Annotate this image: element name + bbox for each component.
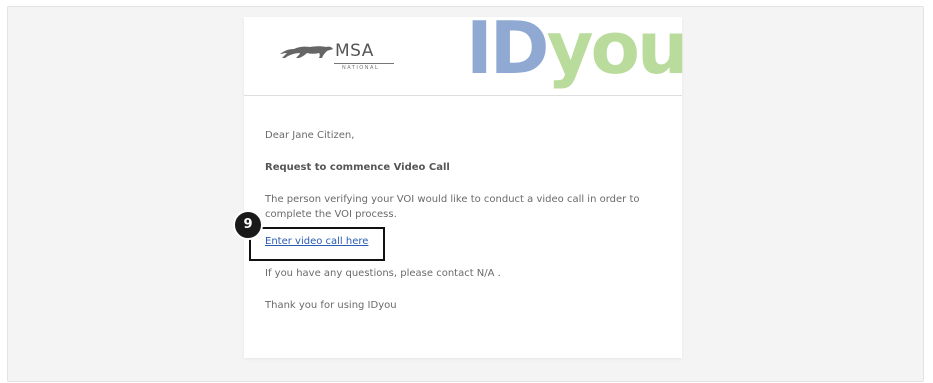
msa-logo: MSA NATIONAL (278, 39, 394, 79)
msa-subtitle: NATIONAL (342, 65, 380, 71)
idyou-logo-you: you (546, 6, 689, 90)
email-paragraph: The person verifying your VOI would like… (265, 194, 640, 220)
msa-wordmark: MSA (335, 41, 374, 61)
idyou-logo-id: ID (466, 6, 550, 90)
highlight-box (249, 227, 385, 261)
email-subject: Request to commence Video Call (265, 162, 450, 173)
step-badge: 9 (233, 210, 263, 240)
panther-icon (280, 46, 333, 58)
email-greeting: Dear Jane Citizen, (265, 130, 355, 141)
email-card: MSA NATIONAL IDyou Dear Jane Citizen, Re… (244, 12, 688, 358)
email-thanks: Thank you for using IDyou (265, 300, 397, 311)
msa-divider (334, 63, 394, 64)
email-header: MSA NATIONAL IDyou (244, 12, 688, 96)
email-questions: If you have any questions, please contac… (265, 268, 501, 279)
idyou-logo: IDyou (466, 12, 688, 84)
